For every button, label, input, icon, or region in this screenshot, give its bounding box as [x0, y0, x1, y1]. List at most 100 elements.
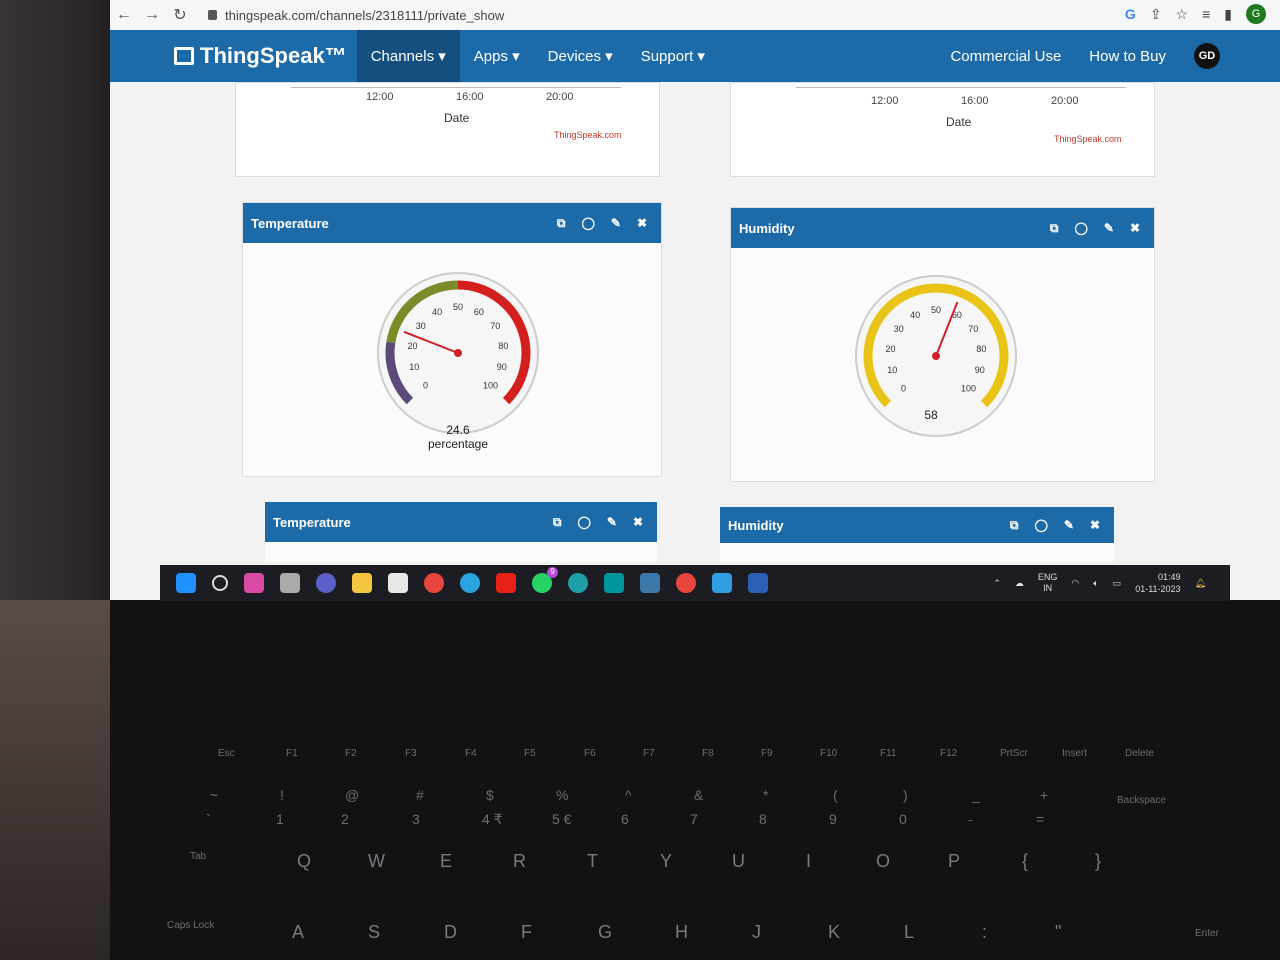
laptop-screen: ← → ↻ thingspeak.com/channels/2318111/pr…	[110, 0, 1280, 600]
chart-credit[interactable]: ThingSpeak.com	[1054, 134, 1122, 144]
reload-icon[interactable]: ↻	[166, 5, 194, 25]
x-tick: 20:00	[546, 91, 574, 103]
region-indicator[interactable]: IN	[1038, 583, 1058, 594]
close-icon[interactable]: ✖	[633, 515, 643, 530]
open-external-icon[interactable]: ⧉	[557, 216, 566, 231]
file-explorer-icon[interactable]	[352, 573, 372, 593]
comment-icon[interactable]: ◯	[577, 515, 590, 530]
google-icon[interactable]: G	[1125, 6, 1136, 22]
clock-time[interactable]: 01:49	[1135, 571, 1181, 583]
chrome-active-icon[interactable]	[676, 573, 696, 593]
comment-icon[interactable]: ◯	[1034, 518, 1047, 533]
word-icon[interactable]	[748, 573, 768, 593]
gauge-tick-label: 30	[894, 324, 904, 334]
letter-key: S	[368, 922, 381, 942]
open-external-icon[interactable]: ⧉	[1050, 221, 1059, 236]
widgets-icon[interactable]	[244, 573, 264, 593]
number-key: 1	[276, 811, 284, 827]
windows-start-icon[interactable]	[176, 573, 196, 593]
gauge-tick-label: 90	[497, 362, 507, 372]
gauge-tick-label: 50	[453, 302, 463, 312]
language-indicator[interactable]: ENG	[1038, 572, 1058, 583]
open-external-icon[interactable]: ⧉	[1010, 518, 1019, 533]
letter-key: {	[1022, 851, 1029, 871]
nav-commercial-use[interactable]: Commercial Use	[950, 48, 1061, 65]
gauge-unit: percentage	[427, 437, 489, 451]
edge-icon[interactable]	[568, 573, 588, 593]
gauge-value: 24.6	[446, 423, 470, 437]
search-icon[interactable]	[212, 575, 228, 591]
edit-pencil-icon[interactable]: ✎	[1064, 518, 1074, 533]
chevron-up-icon[interactable]: ⌃	[993, 578, 1001, 589]
chart-credit[interactable]: ThingSpeak.com	[554, 130, 622, 140]
close-icon[interactable]: ✖	[1090, 518, 1100, 533]
fn-key: F8	[702, 748, 714, 759]
number-key-shift: !	[280, 787, 284, 803]
edit-pencil-icon[interactable]: ✎	[611, 216, 621, 231]
gauge-tick-label: 80	[976, 344, 986, 354]
number-key-shift: )	[903, 787, 908, 803]
edit-pencil-icon[interactable]: ✎	[1104, 221, 1114, 236]
gauge-tick-label: 80	[498, 341, 508, 351]
user-badge[interactable]: GD	[1194, 43, 1220, 69]
letter-key: R	[513, 851, 526, 871]
onedrive-icon[interactable]: ☁	[1015, 578, 1024, 589]
whatsapp-icon[interactable]: 9	[532, 567, 558, 593]
gauge-tick-label: 100	[961, 384, 976, 394]
clock-date[interactable]: 01-11-2023	[1135, 583, 1180, 595]
battery-icon[interactable]: ▭	[1113, 578, 1122, 589]
python-icon[interactable]	[640, 573, 660, 593]
gauge-tick-label: 40	[432, 307, 442, 317]
nav-apps[interactable]: Apps ▾	[460, 30, 534, 82]
x-tick: 12:00	[871, 95, 899, 107]
telegram-icon[interactable]	[460, 573, 480, 593]
browser-address-bar: ← → ↻ thingspeak.com/channels/2318111/pr…	[110, 0, 1280, 30]
thingspeak-logo[interactable]: ThingSpeak™	[174, 43, 347, 69]
lock-icon	[208, 10, 217, 20]
letter-key: U	[732, 851, 745, 871]
arduino-icon[interactable]	[604, 573, 624, 593]
letter-key: A	[292, 922, 305, 942]
forward-icon[interactable]: →	[138, 6, 166, 24]
thingspeak-navbar: ThingSpeak™ Channels ▾ Apps ▾ Devices ▾ …	[110, 30, 1280, 82]
open-external-icon[interactable]: ⧉	[553, 515, 562, 530]
x-axis-title: Date	[444, 111, 470, 125]
letter-key: :	[982, 922, 988, 942]
close-icon[interactable]: ✖	[1130, 221, 1140, 236]
fn-key: F10	[820, 748, 838, 759]
field-chart-left: 12:00 16:00 20:00 Date ThingSpeak.com	[235, 82, 660, 177]
nav-how-to-buy[interactable]: How to Buy	[1089, 48, 1166, 65]
x-tick: 12:00	[366, 91, 394, 103]
store-icon[interactable]	[388, 573, 408, 593]
edit-pencil-icon[interactable]: ✎	[607, 515, 617, 530]
back-icon[interactable]: ←	[110, 6, 138, 24]
gauge-tick-label: 20	[408, 341, 418, 351]
wifi-icon[interactable]: ◠	[1071, 578, 1079, 589]
nav-channels[interactable]: Channels ▾	[356, 30, 460, 82]
url-field[interactable]: thingspeak.com/channels/2318111/private_…	[208, 8, 504, 23]
close-icon[interactable]: ✖	[637, 216, 647, 231]
letter-key: K	[828, 922, 841, 942]
volume-icon[interactable]: 🔈︎	[1093, 578, 1098, 589]
reading-list-icon[interactable]: ≡	[1202, 6, 1210, 22]
sidebar-icon[interactable]: ▮	[1224, 6, 1232, 23]
number-key-shift: ~	[210, 787, 219, 803]
letter-key: H	[675, 922, 688, 942]
fn-key: Esc	[218, 748, 235, 759]
nav-devices[interactable]: Devices ▾	[534, 30, 627, 82]
task-view-icon[interactable]	[280, 573, 300, 593]
youtube-icon[interactable]	[496, 573, 516, 593]
gauge-tick-label: 20	[886, 344, 896, 354]
gauge-tick-label: 90	[975, 365, 985, 375]
notification-bell-icon[interactable]: 🔔︎	[1195, 578, 1206, 589]
photos-icon[interactable]	[712, 573, 732, 593]
nav-support[interactable]: Support ▾	[627, 30, 719, 82]
share-icon[interactable]: ⇪	[1150, 6, 1162, 23]
chrome-icon[interactable]	[424, 573, 444, 593]
profile-avatar[interactable]: G	[1246, 4, 1266, 24]
gauge-value: 58	[924, 408, 938, 422]
meet-icon[interactable]	[316, 573, 336, 593]
bookmark-star-icon[interactable]: ☆	[1176, 6, 1189, 23]
comment-icon[interactable]: ◯	[1074, 221, 1087, 236]
comment-icon[interactable]: ◯	[581, 216, 594, 231]
